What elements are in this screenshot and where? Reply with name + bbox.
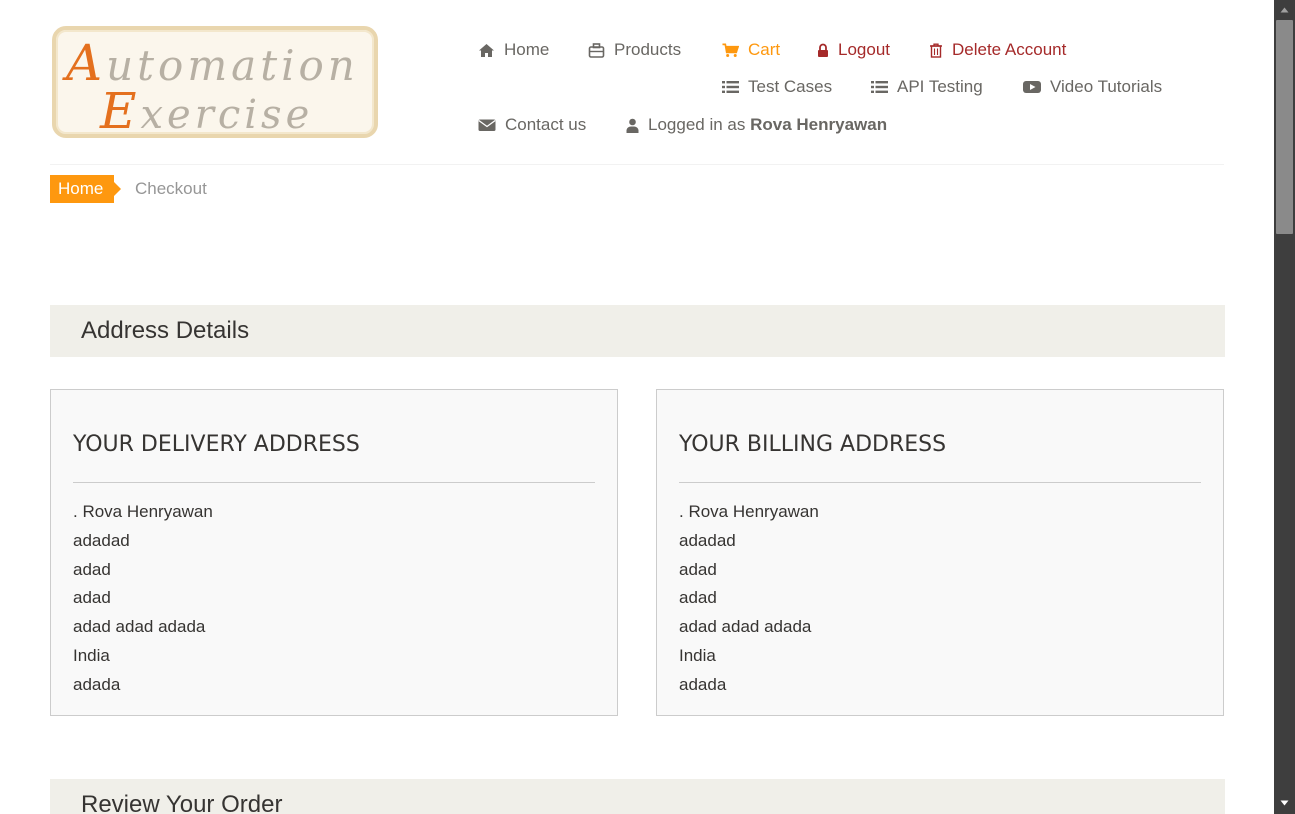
delivery-address-lines: . Rova Henryawan adadad adad adad adad a… <box>73 498 213 700</box>
checkout-page: Automation Exercise Home Products Cart L… <box>0 0 1274 814</box>
billing-address-phone: adada <box>679 674 727 694</box>
delivery-address-divider <box>73 482 595 483</box>
nav-products-label: Products <box>614 40 682 59</box>
list-icon <box>871 79 888 96</box>
site-logo[interactable]: Automation Exercise <box>52 26 378 140</box>
shopping-cart-icon <box>722 42 739 59</box>
vertical-scrollbar[interactable] <box>1274 0 1295 814</box>
delivery-address-line1: adad <box>73 559 111 579</box>
envelope-icon <box>478 117 496 134</box>
billing-address-box: YOUR BILLING ADDRESS . Rova Henryawan ad… <box>656 389 1224 716</box>
nav-test-cases[interactable]: Test Cases <box>722 77 832 97</box>
nav-logout-label: Logout <box>838 40 890 59</box>
nav-contact-us[interactable]: Contact us <box>478 115 586 135</box>
scroll-up-arrow-icon[interactable] <box>1274 2 1295 18</box>
billing-address-city-state-zip: adad adad adada <box>679 617 812 637</box>
logo-text-exercise: Exercise <box>100 82 314 140</box>
billing-address-title: YOUR BILLING ADDRESS <box>679 432 947 457</box>
nav-home-label: Home <box>504 40 550 59</box>
delivery-address-box: YOUR DELIVERY ADDRESS . Rova Henryawan a… <box>50 389 618 716</box>
delivery-address-line2: adad <box>73 588 111 608</box>
nav-video-tutorials-label: Video Tutorials <box>1050 77 1163 96</box>
trash-icon <box>929 42 943 59</box>
delivery-address-phone: adada <box>73 674 121 694</box>
scrollbar-thumb[interactable] <box>1276 20 1293 234</box>
nav-delete-account[interactable]: Delete Account <box>929 40 1066 60</box>
logged-in-status: Logged in as Rova Henryawan <box>626 115 887 135</box>
delivery-address-name: . Rova Henryawan <box>73 502 213 521</box>
breadcrumb-home[interactable]: Home <box>50 175 122 203</box>
address-details-heading: Address Details <box>50 305 1225 357</box>
nav-contact-us-label: Contact us <box>505 115 587 134</box>
breadcrumb-checkout: Checkout <box>135 179 207 198</box>
nav-delete-account-label: Delete Account <box>952 40 1067 59</box>
briefcase-icon <box>588 42 605 59</box>
nav-api-testing[interactable]: API Testing <box>871 77 983 97</box>
list-icon <box>722 79 739 96</box>
nav-test-cases-label: Test Cases <box>748 77 833 96</box>
nav-video-tutorials[interactable]: Video Tutorials <box>1023 77 1162 97</box>
logged-in-label: Logged in as Rova Henryawan <box>648 115 888 134</box>
nav-home[interactable]: Home <box>478 40 549 60</box>
nav-products[interactable]: Products <box>588 40 681 60</box>
nav-api-testing-label: API Testing <box>897 77 983 96</box>
user-icon <box>626 117 639 134</box>
scroll-down-arrow-icon[interactable] <box>1274 795 1295 811</box>
youtube-play-icon <box>1023 79 1041 96</box>
billing-address-company: adadad <box>679 530 736 550</box>
home-icon <box>478 42 495 59</box>
delivery-address-title: YOUR DELIVERY ADDRESS <box>73 432 360 457</box>
billing-address-divider <box>679 482 1201 483</box>
billing-address-lines: . Rova Henryawan adadad adad adad adad a… <box>679 498 819 700</box>
nav-logout[interactable]: Logout <box>817 40 890 60</box>
logged-in-username: Rova Henryawan <box>750 115 888 134</box>
billing-address-name: . Rova Henryawan <box>679 502 819 521</box>
delivery-address-company: adadad <box>73 530 130 550</box>
delivery-address-city-state-zip: adad adad adada <box>73 617 206 637</box>
review-order-heading: Review Your Order <box>50 779 1225 814</box>
header-divider <box>50 164 1224 165</box>
delivery-address-country: India <box>73 645 110 665</box>
nav-cart-label: Cart <box>748 40 781 59</box>
nav-cart[interactable]: Cart <box>722 40 780 60</box>
lock-icon <box>817 42 829 59</box>
billing-address-line2: adad <box>679 588 717 608</box>
billing-address-country: India <box>679 645 716 665</box>
billing-address-line1: adad <box>679 559 717 579</box>
